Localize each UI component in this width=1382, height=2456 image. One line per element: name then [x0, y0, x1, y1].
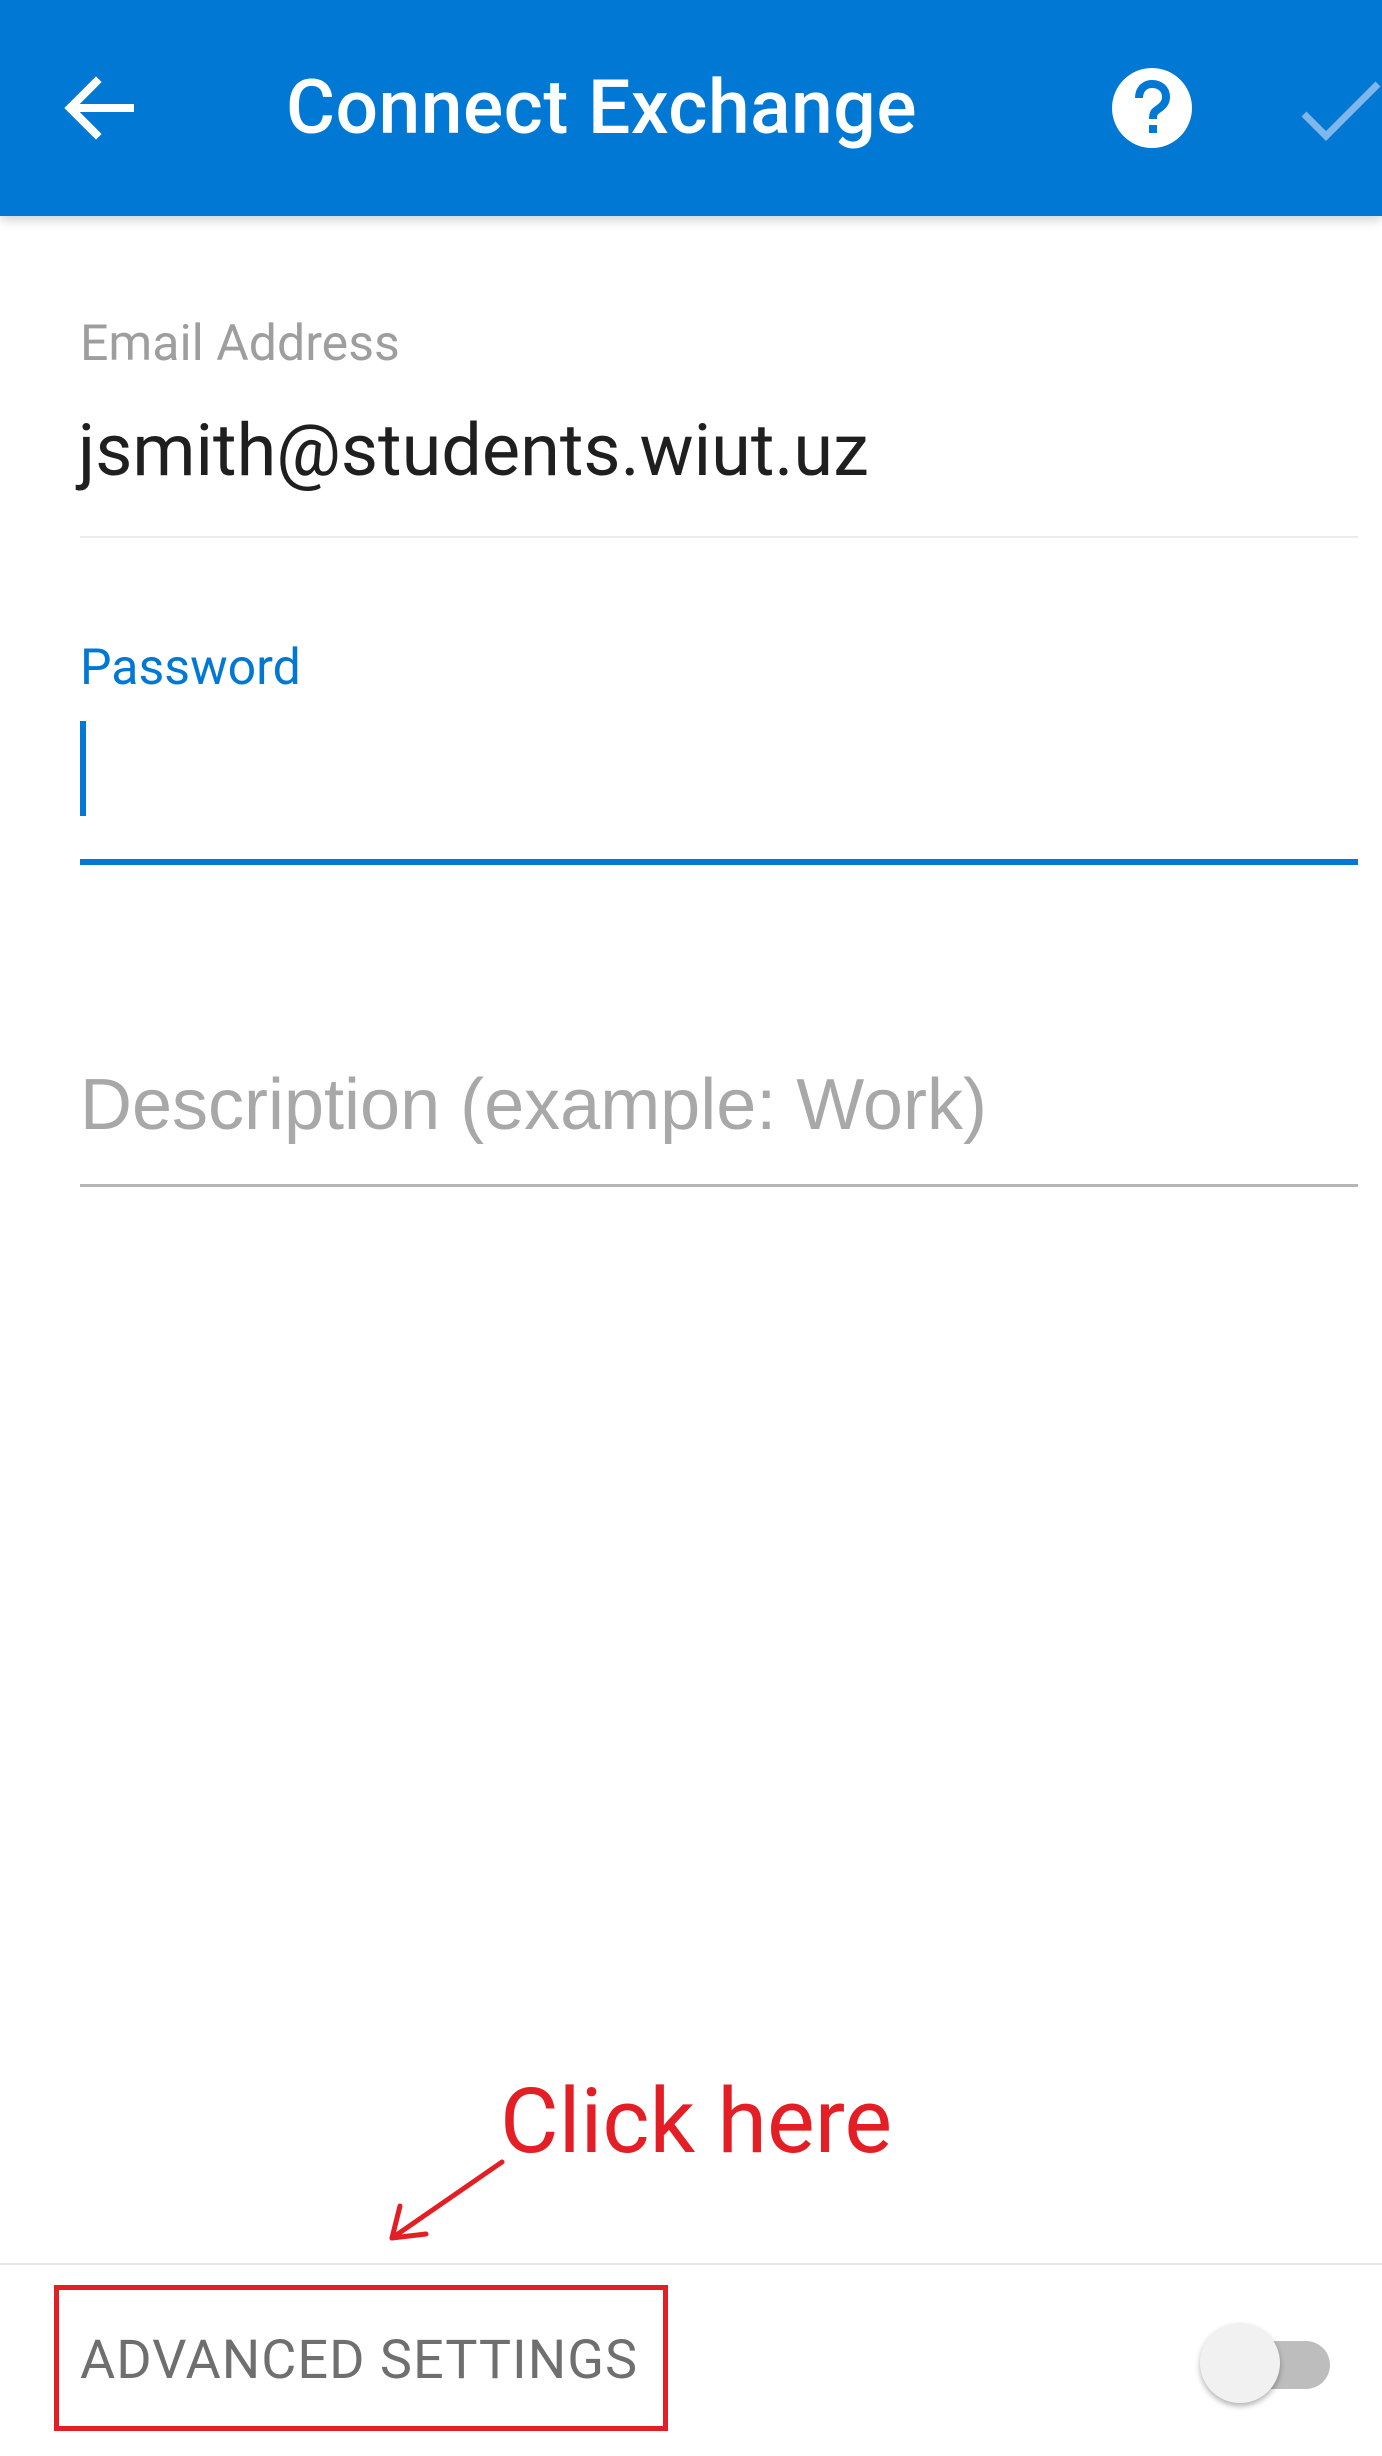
description-underline — [80, 1184, 1358, 1187]
password-field[interactable] — [80, 700, 1358, 860]
app-bar: Connect Exchange — [0, 0, 1382, 216]
back-button[interactable] — [52, 60, 148, 156]
text-cursor — [80, 721, 86, 816]
page-title: Connect Exchange — [286, 64, 917, 152]
arrow-left-icon — [64, 76, 134, 140]
email-divider — [80, 536, 1358, 538]
password-label: Password — [80, 639, 301, 697]
password-underline — [80, 859, 1358, 865]
email-field[interactable]: jsmith@students.wiut.uz — [78, 406, 869, 496]
advanced-settings-label[interactable]: ADVANCED SETTINGS — [80, 2326, 638, 2396]
annotation-label: Click here — [500, 2069, 893, 2174]
help-button[interactable] — [1106, 62, 1198, 154]
description-field[interactable] — [80, 1030, 1358, 1180]
checkmark-icon — [1301, 81, 1381, 141]
question-circle-icon — [1112, 68, 1192, 148]
confirm-button[interactable] — [1296, 72, 1382, 152]
advanced-settings-toggle[interactable] — [1198, 2321, 1334, 2403]
email-label: Email Address — [80, 315, 400, 373]
toggle-knob — [1200, 2323, 1280, 2403]
annotation-arrow-icon — [389, 2159, 505, 2241]
